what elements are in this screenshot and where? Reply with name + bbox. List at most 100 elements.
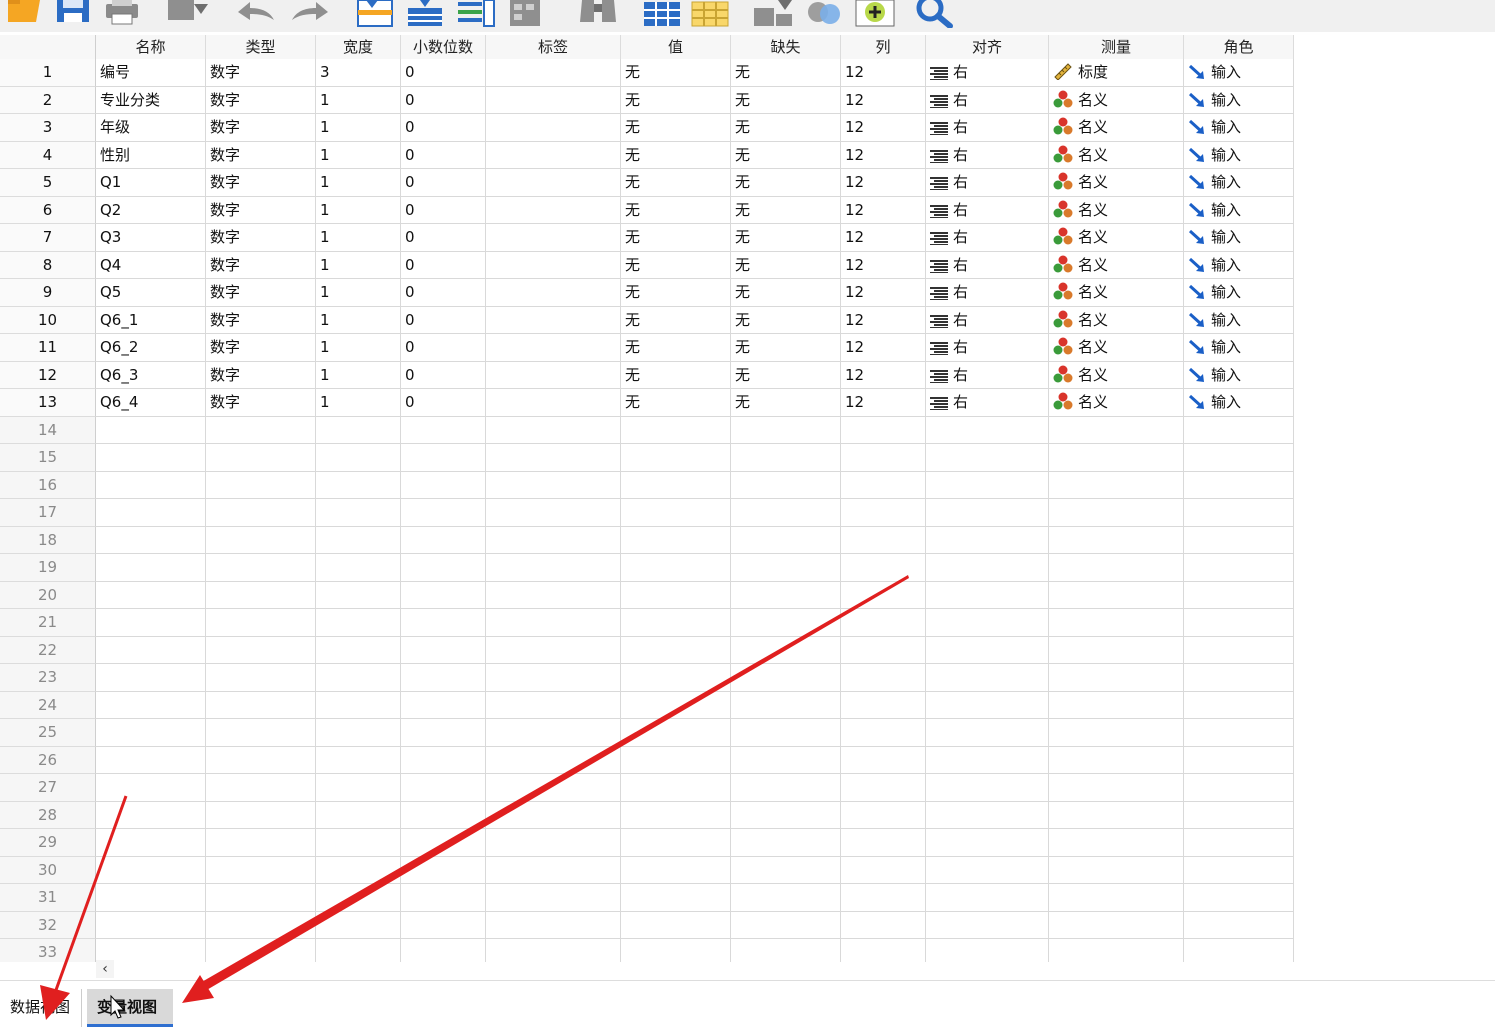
- cell-label[interactable]: [486, 334, 621, 362]
- insert-cases-icon[interactable]: [642, 0, 682, 28]
- row-number[interactable]: 10: [0, 306, 96, 334]
- empty-cell[interactable]: [1184, 774, 1294, 802]
- empty-cell[interactable]: [96, 444, 206, 472]
- cell-label[interactable]: [486, 86, 621, 114]
- row-number[interactable]: 2: [0, 86, 96, 114]
- empty-cell[interactable]: [486, 526, 621, 554]
- cell-missing[interactable]: 无: [731, 196, 841, 224]
- empty-cell[interactable]: [1049, 581, 1184, 609]
- empty-cell[interactable]: [401, 856, 486, 884]
- empty-cell[interactable]: [206, 829, 316, 857]
- cell-missing[interactable]: 无: [731, 279, 841, 307]
- cell-role[interactable]: 输入: [1184, 224, 1294, 252]
- cell-align[interactable]: 右: [926, 169, 1049, 197]
- cell-name[interactable]: Q4: [96, 251, 206, 279]
- variable-row[interactable]: 11 Q6_2 数字 1 0 无 无 12 右 名义 输入: [0, 334, 1294, 362]
- empty-cell[interactable]: [316, 471, 401, 499]
- empty-cell[interactable]: [486, 719, 621, 747]
- empty-cell[interactable]: [731, 719, 841, 747]
- cell-columns[interactable]: 12: [841, 224, 926, 252]
- row-number[interactable]: 27: [0, 774, 96, 802]
- empty-cell[interactable]: [206, 774, 316, 802]
- empty-cell[interactable]: [621, 691, 731, 719]
- empty-cell[interactable]: [316, 801, 401, 829]
- cell-type[interactable]: 数字: [206, 114, 316, 142]
- empty-cell[interactable]: [486, 939, 621, 962]
- cell-label[interactable]: [486, 306, 621, 334]
- empty-cell[interactable]: [206, 636, 316, 664]
- empty-cell[interactable]: [206, 664, 316, 692]
- row-number[interactable]: 16: [0, 471, 96, 499]
- empty-cell[interactable]: [731, 884, 841, 912]
- empty-cell[interactable]: [316, 499, 401, 527]
- cell-name[interactable]: Q6_1: [96, 306, 206, 334]
- empty-cell[interactable]: [926, 416, 1049, 444]
- cell-missing[interactable]: 无: [731, 306, 841, 334]
- cell-type[interactable]: 数字: [206, 306, 316, 334]
- empty-cell[interactable]: [1184, 746, 1294, 774]
- save-icon[interactable]: [56, 0, 90, 24]
- cell-name[interactable]: Q6_2: [96, 334, 206, 362]
- empty-cell[interactable]: [96, 939, 206, 962]
- cell-width[interactable]: 1: [316, 389, 401, 417]
- empty-cell[interactable]: [1049, 939, 1184, 962]
- variable-row[interactable]: 9 Q5 数字 1 0 无 无 12 右 名义 输入: [0, 279, 1294, 307]
- variable-row[interactable]: 13 Q6_4 数字 1 0 无 无 12 右 名义 输入: [0, 389, 1294, 417]
- empty-cell[interactable]: [486, 416, 621, 444]
- empty-cell[interactable]: [841, 444, 926, 472]
- cell-columns[interactable]: 12: [841, 251, 926, 279]
- cell-missing[interactable]: 无: [731, 141, 841, 169]
- empty-cell[interactable]: [206, 884, 316, 912]
- empty-cell[interactable]: [621, 856, 731, 884]
- cell-name[interactable]: Q5: [96, 279, 206, 307]
- empty-cell[interactable]: [401, 416, 486, 444]
- row-number[interactable]: 21: [0, 609, 96, 637]
- variable-row[interactable]: 4 性别 数字 1 0 无 无 12 右 名义 输入: [0, 141, 1294, 169]
- empty-cell[interactable]: [841, 884, 926, 912]
- empty-cell[interactable]: [316, 829, 401, 857]
- cell-type[interactable]: 数字: [206, 251, 316, 279]
- empty-cell[interactable]: [926, 884, 1049, 912]
- variable-row[interactable]: 10 Q6_1 数字 1 0 无无 12 右名义 输入: [0, 306, 1294, 334]
- empty-cell[interactable]: [486, 746, 621, 774]
- empty-cell[interactable]: [316, 581, 401, 609]
- empty-row[interactable]: 27: [0, 774, 1294, 802]
- empty-cell[interactable]: [1049, 691, 1184, 719]
- cell-name[interactable]: 年级: [96, 114, 206, 142]
- cell-type[interactable]: 数字: [206, 361, 316, 389]
- empty-cell[interactable]: [1184, 911, 1294, 939]
- empty-cell[interactable]: [1049, 911, 1184, 939]
- empty-cell[interactable]: [731, 499, 841, 527]
- empty-cell[interactable]: [1184, 609, 1294, 637]
- empty-cell[interactable]: [206, 526, 316, 554]
- empty-cell[interactable]: [316, 911, 401, 939]
- cell-decimals[interactable]: 0: [401, 114, 486, 142]
- empty-cell[interactable]: [926, 554, 1049, 582]
- empty-cell[interactable]: [486, 581, 621, 609]
- cell-type[interactable]: 数字: [206, 224, 316, 252]
- empty-cell[interactable]: [96, 856, 206, 884]
- empty-cell[interactable]: [96, 636, 206, 664]
- empty-cell[interactable]: [621, 471, 731, 499]
- empty-cell[interactable]: [1049, 856, 1184, 884]
- empty-cell[interactable]: [316, 636, 401, 664]
- variable-row[interactable]: 5 Q1 数字 1 0 无 无 12 右 名义 输入: [0, 169, 1294, 197]
- empty-cell[interactable]: [316, 939, 401, 962]
- empty-cell[interactable]: [1184, 691, 1294, 719]
- row-number[interactable]: 14: [0, 416, 96, 444]
- empty-cell[interactable]: [1184, 801, 1294, 829]
- empty-row[interactable]: 29: [0, 829, 1294, 857]
- cell-type[interactable]: 数字: [206, 169, 316, 197]
- row-number[interactable]: 17: [0, 499, 96, 527]
- empty-cell[interactable]: [841, 664, 926, 692]
- search-icon[interactable]: [912, 0, 956, 28]
- cell-role[interactable]: 输入: [1184, 86, 1294, 114]
- empty-cell[interactable]: [1049, 884, 1184, 912]
- empty-cell[interactable]: [926, 829, 1049, 857]
- cell-name[interactable]: Q6_4: [96, 389, 206, 417]
- empty-cell[interactable]: [926, 911, 1049, 939]
- variable-row[interactable]: 8 Q4 数字 1 0 无 无 12 右 名义 输入: [0, 251, 1294, 279]
- cell-align[interactable]: 右: [926, 361, 1049, 389]
- empty-cell[interactable]: [926, 719, 1049, 747]
- empty-cell[interactable]: [206, 856, 316, 884]
